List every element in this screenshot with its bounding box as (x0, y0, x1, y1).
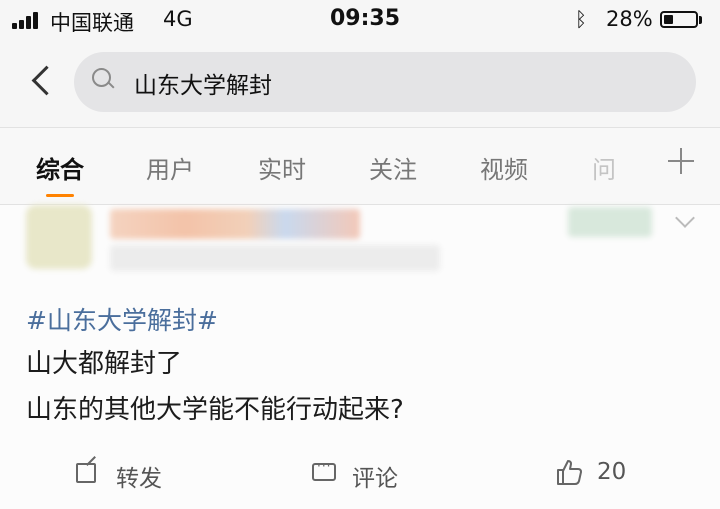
tab-comprehensive[interactable]: 综合 (36, 150, 84, 197)
comment-label: 评论 (352, 466, 398, 492)
tab-questions[interactable]: 问 (592, 150, 616, 185)
back-button[interactable] (18, 60, 62, 104)
status-bar: 中国联通 4G 09:35 ᛒ 28% (0, 0, 720, 40)
post-actions: 转发 评论 20 (0, 453, 720, 497)
avatar[interactable] (26, 205, 92, 269)
post-meta-blurred (110, 245, 440, 271)
tab-video[interactable]: 视频 (480, 150, 528, 185)
tab-users[interactable]: 用户 (146, 150, 194, 185)
chevron-down-icon[interactable] (675, 208, 695, 228)
follow-button-blurred[interactable] (568, 207, 652, 237)
battery-icon (660, 11, 698, 28)
post-card: #山东大学解封# 山大都解封了 山东的其他大学能不能行动起来? 转发 评论 20 (0, 205, 720, 509)
author-name-blurred[interactable] (110, 209, 360, 239)
comment-icon (312, 459, 336, 481)
battery-cap (699, 16, 702, 24)
tab-following[interactable]: 关注 (369, 150, 417, 185)
tab-realtime[interactable]: 实时 (258, 150, 306, 185)
like-count: 20 (597, 459, 627, 485)
thumbs-up-icon (557, 460, 582, 485)
clock: 09:35 (330, 6, 401, 31)
add-tab-icon[interactable] (668, 148, 694, 174)
share-icon (76, 463, 96, 483)
network-type: 4G (163, 7, 193, 31)
tab-bar: 综合 用户 实时 关注 视频 问 (0, 128, 720, 204)
repost-label: 转发 (116, 466, 162, 492)
search-bar[interactable]: 山东大学解封 (74, 52, 696, 112)
post-text-line: 山东的其他大学能不能行动起来? (26, 395, 404, 425)
battery-percent: 28% (606, 7, 653, 31)
search-icon (92, 68, 114, 92)
search-query[interactable]: 山东大学解封 (134, 66, 272, 100)
carrier-name: 中国联通 (50, 11, 134, 35)
bluetooth-icon: ᛒ (575, 7, 587, 31)
post-text-line: 山大都解封了 (26, 349, 183, 379)
hashtag-link[interactable]: #山东大学解封# (26, 301, 218, 337)
signal-icon (12, 11, 42, 29)
